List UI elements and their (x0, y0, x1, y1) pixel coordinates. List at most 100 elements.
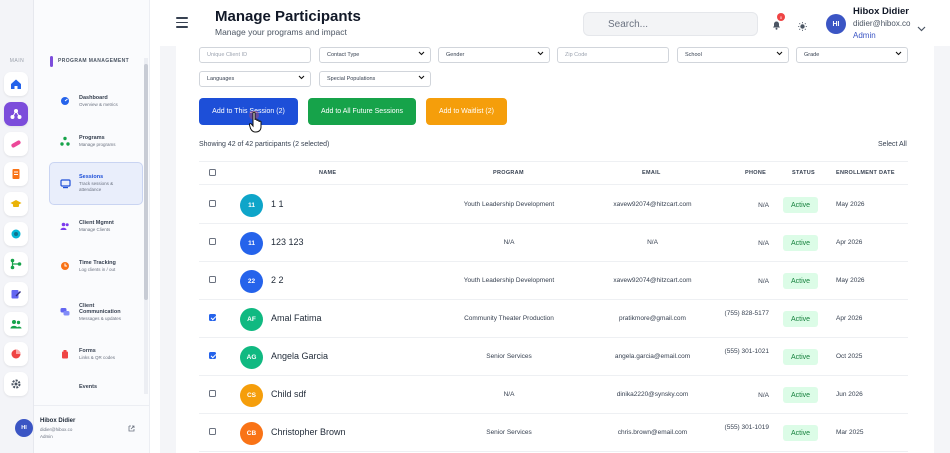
table-row[interactable]: CS Child sdf N/A dinika2220@synsky.com N/A Ac… (199, 376, 908, 414)
external-link-icon[interactable] (128, 425, 135, 434)
pie-chart-icon[interactable] (4, 342, 28, 366)
row-checkbox[interactable] (209, 276, 216, 283)
chevron-down-icon (298, 75, 305, 82)
school-select[interactable]: School (677, 47, 789, 63)
row-checkbox[interactable] (209, 390, 216, 397)
grade-select[interactable]: Grade (796, 47, 908, 63)
row-checkbox[interactable] (209, 428, 216, 435)
contact-type-select[interactable]: Contact Type (319, 47, 431, 63)
dashboard-icon (59, 95, 71, 107)
table-row[interactable]: AG Angela Garcia Senior Services angela.gar… (199, 338, 908, 376)
sidebar-item-forms[interactable]: Forms Links & QR codes (50, 334, 142, 374)
participant-email: pratikmore@gmail.com (619, 315, 686, 322)
gender-select[interactable]: Gender (438, 47, 550, 63)
column-name[interactable]: NAME (319, 170, 336, 176)
sidebar-item-label: Time Tracking (79, 259, 116, 266)
sidebar-item-sub: Manage programs (79, 141, 116, 147)
document-icon[interactable] (4, 162, 28, 186)
column-email[interactable]: EMAIL (642, 170, 661, 176)
chevron-down-icon (776, 51, 783, 58)
participant-name[interactable]: Child sdf (271, 389, 306, 399)
column-phone[interactable]: PHONE (745, 170, 766, 176)
sidebar-item-label: Forms (79, 347, 96, 354)
participant-name[interactable]: Christopher Brown (271, 427, 346, 437)
chevron-down-icon (418, 75, 425, 82)
status-badge: Active (783, 311, 818, 327)
sidebar-user-name: Hibox Didier (40, 418, 76, 424)
home-icon[interactable] (4, 72, 28, 96)
network-icon[interactable] (4, 102, 28, 126)
enrollment-date: Apr 2026 (836, 239, 863, 246)
languages-value: Languages (207, 76, 235, 82)
participant-phone: (555) 301-1019 (724, 424, 769, 431)
graduation-icon[interactable] (4, 192, 28, 216)
participant-avatar: 22 (240, 270, 263, 293)
participant-name[interactable]: Amal Fatima (271, 313, 322, 323)
participant-avatar: AG (240, 346, 263, 369)
participant-name[interactable]: Angela Garcia (271, 351, 328, 361)
table-row[interactable]: 11 1 1 Youth Leadership Development xavew92… (199, 186, 908, 224)
sidebar-item-client-communication[interactable]: Client Communication Messages & updates (50, 290, 142, 334)
section-accent-bar (50, 55, 53, 67)
users-icon[interactable] (4, 312, 28, 336)
sidebar-item-programs[interactable]: Programs Manage programs (50, 121, 142, 161)
status-badge: Active (783, 273, 818, 289)
column-enrollment-date[interactable]: ENROLLMENT DATE (836, 170, 895, 176)
participant-name[interactable]: 2 2 (271, 275, 284, 285)
sidebar-item-events[interactable]: Events (50, 370, 142, 404)
languages-select[interactable]: Languages (199, 71, 311, 87)
row-checkbox[interactable] (209, 200, 216, 207)
sidebar-item-dashboard[interactable]: Dashboard Overview & metrics (50, 81, 142, 121)
sidebar-user[interactable]: Hibox Didier didier@hibox.co Admin (34, 405, 150, 453)
status-badge: Active (783, 197, 818, 213)
row-checkbox[interactable] (209, 352, 216, 359)
table-row[interactable]: 11 123 123 N/A N/A N/A Active Apr 2026 (199, 224, 908, 262)
notification-bell-icon[interactable]: 0 (772, 13, 785, 35)
special-populations-select[interactable]: Special Populations (319, 71, 431, 87)
participant-phone: N/A (758, 392, 769, 399)
settings-icon[interactable] (4, 372, 28, 396)
status-badge: Active (783, 425, 818, 441)
edit-form-icon[interactable] (4, 282, 28, 306)
flow-icon[interactable] (4, 252, 28, 276)
table-row[interactable]: AF Amal Fatima Community Theater Productio… (199, 300, 908, 338)
forms-icon (59, 348, 71, 360)
sidebar-scrollbar-thumb[interactable] (144, 64, 148, 300)
pill-icon[interactable] (4, 132, 28, 156)
participant-phone: N/A (758, 202, 769, 209)
participant-avatar: CB (240, 422, 263, 445)
row-checkbox[interactable] (209, 314, 216, 321)
chevron-down-icon[interactable] (917, 19, 926, 37)
column-status[interactable]: STATUS (792, 170, 815, 176)
sidebar-item-client-mgmt[interactable]: Client Mgmnt Manage Clients (50, 206, 142, 246)
row-checkbox[interactable] (209, 238, 216, 245)
sidebar-item-sub: Links & QR codes (79, 354, 116, 360)
results-summary: Showing 42 of 42 participants (2 selecte… (199, 141, 330, 148)
sidebar-item-sub: Messages & updates (79, 315, 122, 321)
sidebar-item-sessions[interactable]: Sessions Track sessions & attendance (49, 162, 143, 205)
chevron-down-icon (537, 51, 544, 58)
table-row[interactable]: 22 2 2 Youth Leadership Development xavew92… (199, 262, 908, 300)
sidebar-item-time-tracking[interactable]: Time Tracking Log clients in / out (50, 246, 142, 286)
theme-toggle-icon[interactable] (798, 18, 807, 36)
select-all-link[interactable]: Select All (878, 141, 907, 148)
globe-icon[interactable] (4, 222, 28, 246)
zip-code-input[interactable]: Zip Code (557, 47, 669, 63)
table-row[interactable]: CB Christopher Brown Senior Services chris.… (199, 414, 908, 452)
add-to-waitlist-button[interactable]: Add to Waitlist (2) (426, 98, 507, 125)
select-all-checkbox[interactable] (209, 169, 216, 176)
add-to-future-sessions-button[interactable]: Add to All Future Sessions (308, 98, 416, 125)
participant-program: Community Theater Production (464, 315, 554, 322)
status-badge: Active (783, 235, 818, 251)
participant-phone: (755) 828-5177 (724, 310, 769, 317)
column-program[interactable]: PROGRAM (493, 170, 524, 176)
unique-client-id-input[interactable]: Unique Client ID (199, 47, 311, 63)
user-avatar[interactable]: HI (826, 14, 846, 34)
participant-name[interactable]: 1 1 (271, 199, 284, 209)
search-input[interactable] (584, 13, 757, 35)
menu-toggle-icon[interactable] (176, 17, 188, 28)
search-box[interactable] (583, 12, 758, 36)
participant-name[interactable]: 123 123 (271, 237, 304, 247)
participant-program: Youth Leadership Development (463, 277, 555, 284)
sidebar-item-sub: Track sessions & attendance (79, 181, 114, 192)
